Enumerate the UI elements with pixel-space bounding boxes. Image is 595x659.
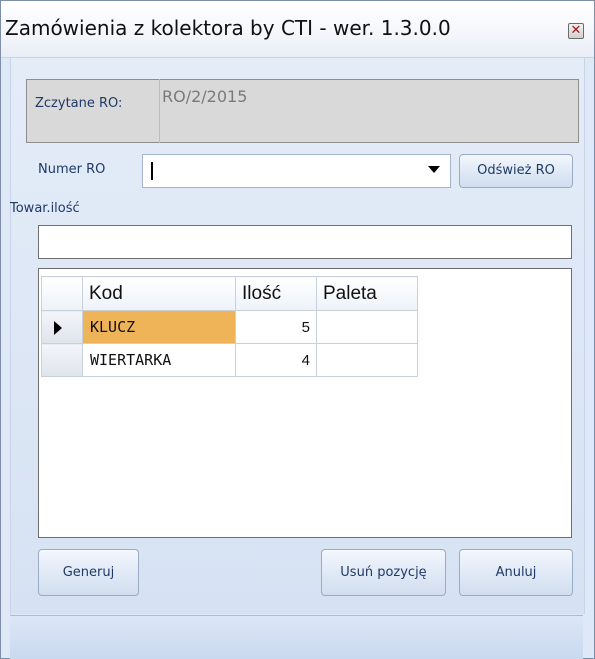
row-header[interactable] (41, 310, 83, 344)
close-button[interactable]: ✕ (568, 23, 584, 39)
grid-header-row: Kod Ilość Paleta (41, 276, 418, 311)
cell-paleta[interactable] (316, 310, 418, 344)
ro-read-label: Zczytane RO: (35, 96, 123, 111)
ro-read-value: RO/2/2015 (162, 87, 248, 106)
status-bar (10, 615, 583, 659)
current-row-arrow-icon (54, 321, 62, 335)
generate-button[interactable]: Generuj (38, 549, 139, 596)
towar-ilosc-label: Towar.ilość (10, 201, 80, 216)
column-header-ilosc[interactable]: Ilość (235, 276, 317, 311)
row-header-corner[interactable] (41, 276, 83, 311)
cell-ilosc[interactable]: 4 (235, 343, 317, 377)
table-row[interactable]: WIERTARKA 4 (41, 343, 418, 377)
numer-ro-combobox[interactable] (142, 154, 451, 188)
text-cursor (151, 162, 153, 180)
delete-item-button[interactable]: Usuń pozycję (321, 549, 446, 596)
title-bar[interactable]: Zamówienia z kolektora by CTI - wer. 1.3… (1, 1, 594, 58)
app-window: Zamówienia z kolektora by CTI - wer. 1.3… (0, 0, 595, 659)
cell-ilosc[interactable]: 5 (235, 310, 317, 344)
towar-ilosc-input[interactable] (38, 225, 572, 259)
cancel-button[interactable]: Anuluj (459, 549, 573, 596)
column-header-paleta[interactable]: Paleta (316, 276, 418, 311)
cell-kod[interactable]: KLUCZ (82, 310, 236, 344)
close-icon: ✕ (570, 23, 582, 38)
cell-kod[interactable]: WIERTARKA (82, 343, 236, 377)
chevron-down-icon[interactable] (428, 166, 440, 173)
window-title: Zamówienia z kolektora by CTI - wer. 1.3… (5, 16, 451, 40)
table-row[interactable]: KLUCZ 5 (41, 310, 418, 344)
column-header-kod[interactable]: Kod (82, 276, 236, 311)
refresh-ro-button[interactable]: Odśwież RO (459, 154, 573, 188)
cell-paleta[interactable] (316, 343, 418, 377)
row-header[interactable] (41, 343, 83, 377)
items-grid[interactable]: Kod Ilość Paleta KLUCZ 5 WIERTARKA 4 (41, 276, 418, 377)
numer-ro-label: Numer RO (38, 162, 106, 177)
